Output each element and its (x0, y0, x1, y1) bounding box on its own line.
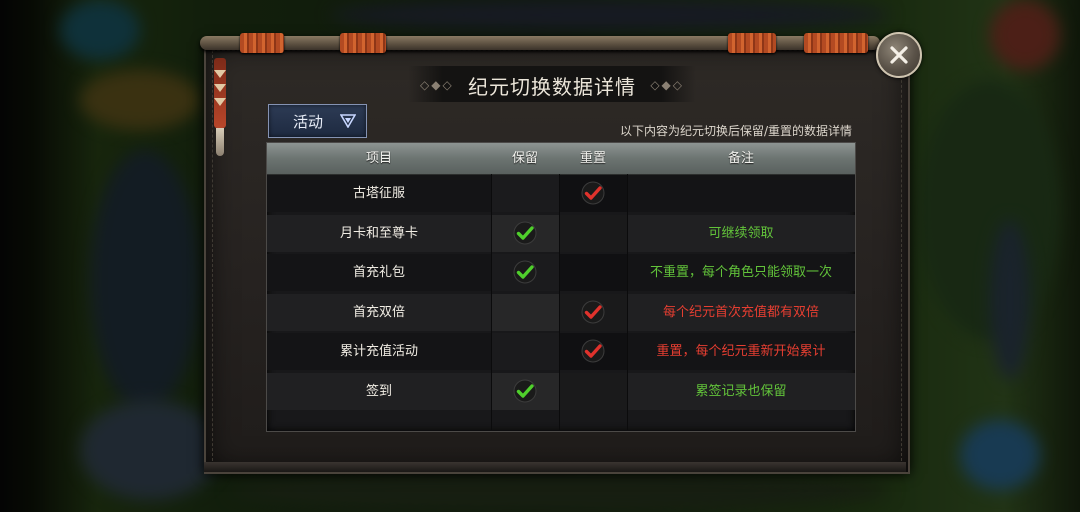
dropdown-selected-label: 活动 (293, 112, 324, 131)
red-check-icon (581, 339, 605, 363)
row-note (627, 175, 855, 212)
row-note: 重置，每个纪元重新开始累计 (656, 344, 826, 359)
keep-cell (491, 333, 559, 370)
keep-cell (491, 373, 559, 410)
reset-cell (559, 293, 627, 331)
reset-cell (559, 175, 627, 212)
dialog-bottom-edge (204, 462, 906, 472)
title-plate: ◇◆◇ 纪元切换数据详情 ◇◆◇ (408, 66, 696, 102)
close-button[interactable] (876, 32, 922, 78)
rope-decoration (340, 33, 386, 53)
row-note: 累签记录也保留 (695, 383, 787, 399)
reset-cell (559, 333, 627, 370)
category-dropdown[interactable]: 活动 (268, 104, 367, 138)
header-keep: 保留 (511, 151, 538, 166)
table-row: 月卡和至尊卡 可继续领取 (267, 214, 855, 252)
table-row: 签到 累签记录也保留 (267, 372, 855, 410)
data-table: 项目 保留 重置 备注 古塔征服月卡和至尊卡 可继续领取首充礼包 不重置，每个角色只… (266, 142, 856, 432)
row-item-label: 首充双倍 (352, 304, 405, 320)
reset-cell (559, 254, 627, 291)
column-divider (627, 174, 628, 430)
keep-cell (491, 215, 559, 252)
chevron-down-icon (340, 114, 356, 128)
row-item-label: 月卡和至尊卡 (339, 225, 418, 241)
keep-cell (491, 175, 559, 212)
rope-decoration (804, 33, 868, 53)
green-check-icon (513, 379, 537, 403)
row-item-label: 首充礼包 (352, 265, 405, 280)
table-row: 首充双倍 每个纪元首次充值都有双倍 (267, 293, 855, 331)
header-item: 项目 (365, 151, 392, 166)
row-note: 可继续领取 (708, 225, 774, 241)
row-item-label: 古塔征服 (352, 186, 405, 201)
title-ornament-right-icon: ◇◆◇ (650, 78, 684, 92)
header-note: 备注 (727, 151, 754, 166)
row-note: 不重置，每个角色只能领取一次 (649, 265, 832, 280)
keep-cell (491, 294, 559, 331)
keep-cell (491, 254, 559, 291)
header-reset: 重置 (579, 151, 606, 166)
row-note: 每个纪元首次充值都有双倍 (662, 304, 819, 320)
close-icon (890, 46, 908, 64)
rope-decoration (728, 33, 776, 53)
reset-cell (559, 214, 627, 252)
red-check-icon (581, 181, 605, 205)
dialog-top-beam (200, 36, 880, 50)
table-row: 古塔征服 (267, 175, 855, 212)
table-row: 首充礼包 不重置，每个角色只能领取一次 (267, 254, 855, 291)
column-divider (559, 174, 560, 430)
reset-cell (559, 372, 627, 410)
green-check-icon (513, 221, 537, 245)
red-check-icon (581, 300, 605, 324)
column-divider (491, 174, 492, 430)
rope-decoration (240, 33, 284, 53)
table-row: 累计充值活动 重置，每个纪元重新开始累计 (267, 333, 855, 370)
hint-text: 以下内容为纪元切换后保留/重置的数据详情 (619, 124, 852, 138)
green-check-icon (513, 260, 537, 284)
row-item-label: 签到 (365, 383, 392, 399)
table-header: 项目 保留 重置 备注 (267, 143, 855, 175)
hanging-ornament (208, 58, 232, 158)
row-item-label: 累计充值活动 (339, 344, 418, 359)
